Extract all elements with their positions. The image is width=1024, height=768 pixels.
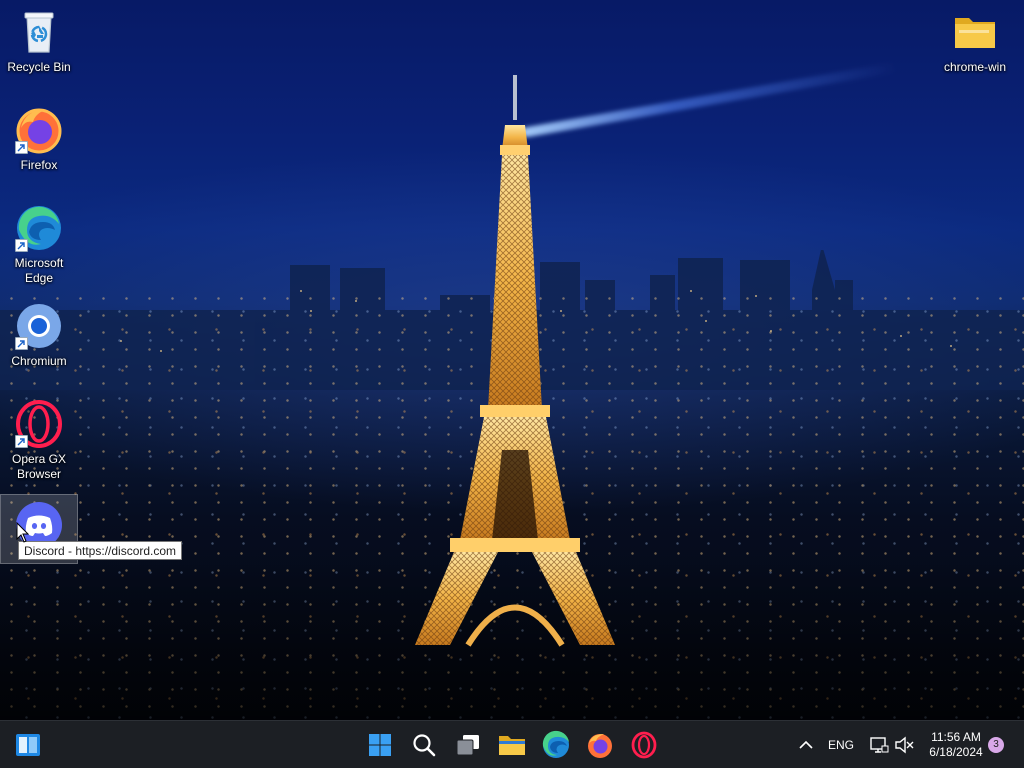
edge-icon	[15, 204, 63, 252]
desktop-icon-label: Chromium	[11, 354, 67, 368]
eiffel-tower	[415, 75, 615, 647]
search-button[interactable]	[408, 729, 440, 761]
clock-time: 11:56 AM	[931, 730, 981, 744]
desktop-icon-opera-gx[interactable]: Opera GX Browser	[0, 394, 78, 482]
windows-logo-icon	[369, 734, 391, 756]
search-icon	[413, 734, 436, 757]
widgets-button[interactable]	[12, 729, 44, 761]
taskbar-edge-button[interactable]	[540, 729, 572, 761]
taskbar-opera-button[interactable]	[628, 729, 660, 761]
recycle-bin-icon	[15, 8, 63, 56]
firefox-icon	[588, 734, 612, 758]
folder-icon	[951, 8, 999, 56]
desktop-icon-recycle-bin[interactable]: Recycle Bin	[0, 2, 78, 75]
mouse-cursor-icon	[16, 522, 30, 543]
chromium-icon	[15, 302, 63, 350]
chevron-up-icon	[799, 740, 813, 749]
folder-icon	[499, 736, 525, 755]
file-explorer-button[interactable]	[496, 729, 528, 761]
shortcut-arrow-icon	[15, 239, 28, 252]
notification-badge[interactable]: 3	[988, 737, 1004, 753]
network-button[interactable]	[866, 729, 892, 761]
desktop-icon-label: Microsoft Edge	[14, 256, 64, 285]
network-icon	[870, 737, 889, 753]
desktop-wallpaper	[0, 0, 1024, 720]
task-view-button[interactable]	[452, 729, 484, 761]
shortcut-arrow-icon	[15, 435, 28, 448]
edge-icon	[542, 730, 569, 758]
task-view-icon	[456, 735, 479, 756]
volume-button[interactable]	[892, 729, 916, 761]
clock[interactable]: 11:56 AM 6/18/2024	[922, 730, 990, 760]
desktop-icon-label: Opera GX Browser	[11, 452, 67, 481]
firefox-icon	[15, 106, 63, 154]
widgets-icon	[16, 734, 40, 756]
clock-date: 6/18/2024	[929, 745, 983, 759]
desktop-icon-label: Firefox	[20, 158, 58, 172]
start-button[interactable]	[364, 729, 396, 761]
desktop-icon-firefox[interactable]: Firefox	[0, 100, 78, 173]
volume-muted-icon	[895, 736, 914, 754]
show-hidden-icons-button[interactable]	[792, 729, 820, 761]
taskbar-firefox-button[interactable]	[584, 729, 616, 761]
discord-tooltip: Discord - https://discord.com	[18, 541, 183, 560]
desktop-icon-edge[interactable]: Microsoft Edge	[0, 198, 78, 286]
shortcut-arrow-icon	[15, 141, 28, 154]
opera-icon	[631, 731, 657, 759]
language-indicator[interactable]: ENG	[828, 738, 854, 752]
opera-gx-icon	[15, 400, 63, 448]
desktop-icon-label: chrome-win	[943, 60, 1006, 74]
desktop-icon-chromium[interactable]: Chromium	[0, 296, 78, 369]
desktop-icon-label: Recycle Bin	[7, 60, 71, 74]
shortcut-arrow-icon	[15, 337, 28, 350]
desktop-icon-chrome-win-folder[interactable]: chrome-win	[936, 2, 1014, 75]
taskbar: ENG 11:56 AM 6/18/2024 3	[0, 720, 1024, 768]
